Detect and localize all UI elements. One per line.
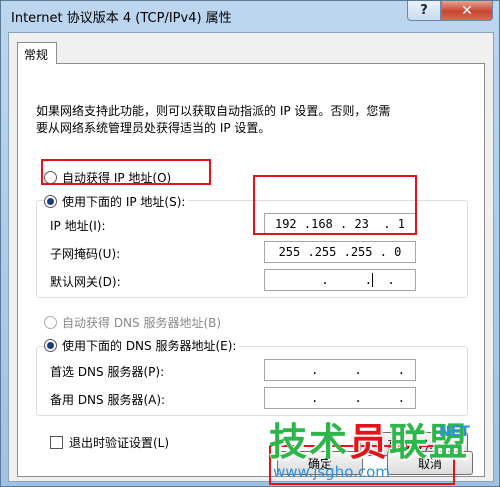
manual-dns-radio[interactable]: 使用下面的 DNS 服务器地址(E): — [44, 337, 240, 354]
alternate-dns-label: 备用 DNS 服务器(A): — [50, 393, 166, 407]
tab-general[interactable]: 常规 — [17, 42, 57, 64]
radio-icon — [44, 316, 57, 329]
auto-dns-radio[interactable]: 自动获得 DNS 服务器地址(B) — [44, 314, 221, 331]
gateway-value-tail: . — [373, 273, 395, 287]
gateway-label: 默认网关(D): — [50, 275, 121, 289]
close-button[interactable]: ✕ — [441, 1, 493, 21]
manual-ip-radio[interactable]: 使用下面的 IP 地址(S): — [44, 193, 189, 210]
checkbox-icon — [50, 436, 63, 449]
ip-address-label: IP 地址(I): — [50, 219, 106, 233]
description-line: 要从网络系统管理员处获得适当的 IP 设置。 — [36, 121, 271, 135]
gateway-value: . . — [285, 273, 372, 287]
watermark-url: www.jsgho.com — [273, 463, 390, 481]
description-line: 如果网络支持此功能，则可以获取自动指派的 IP 设置。否则，您需 — [36, 104, 391, 118]
watermark-net: NET — [439, 424, 470, 440]
manual-ip-label: 使用下面的 IP 地址(S): — [62, 195, 186, 209]
manual-dns-label: 使用下面的 DNS 服务器地址(E): — [62, 339, 237, 353]
alternate-dns-input[interactable]: . . . — [264, 387, 416, 409]
preferred-dns-input[interactable]: . . . — [264, 359, 416, 381]
help-icon: ? — [420, 3, 428, 18]
dialog-window: Internet 协议版本 4 (TCP/IPv4) 属性 ? ✕ 常规 如果网… — [0, 0, 500, 487]
highlight-ip-fields — [253, 175, 417, 235]
radio-selected-icon — [44, 339, 57, 352]
description-text: 如果网络支持此功能，则可以获取自动指派的 IP 设置。否则，您需 要从网络系统管… — [36, 103, 476, 137]
title-bar: Internet 协议版本 4 (TCP/IPv4) 属性 ? ✕ — [1, 1, 500, 31]
subnet-mask-label: 子网掩码(U): — [50, 247, 121, 261]
help-button[interactable]: ? — [407, 1, 441, 21]
subnet-mask-input[interactable]: 255 .255 .255 . 0 — [264, 241, 416, 263]
validate-label: 退出时验证设置(L) — [69, 436, 170, 450]
gateway-input[interactable]: . . . — [264, 269, 416, 291]
highlight-manual-ip — [41, 159, 211, 185]
auto-dns-label: 自动获得 DNS 服务器地址(B) — [62, 316, 222, 330]
radio-selected-icon — [44, 195, 57, 208]
validate-checkbox[interactable]: 退出时验证设置(L) — [50, 434, 169, 451]
preferred-dns-label: 首选 DNS 服务器(P): — [50, 365, 165, 379]
window-title: Internet 协议版本 4 (TCP/IPv4) 属性 — [11, 11, 232, 26]
close-icon: ✕ — [461, 2, 473, 19]
